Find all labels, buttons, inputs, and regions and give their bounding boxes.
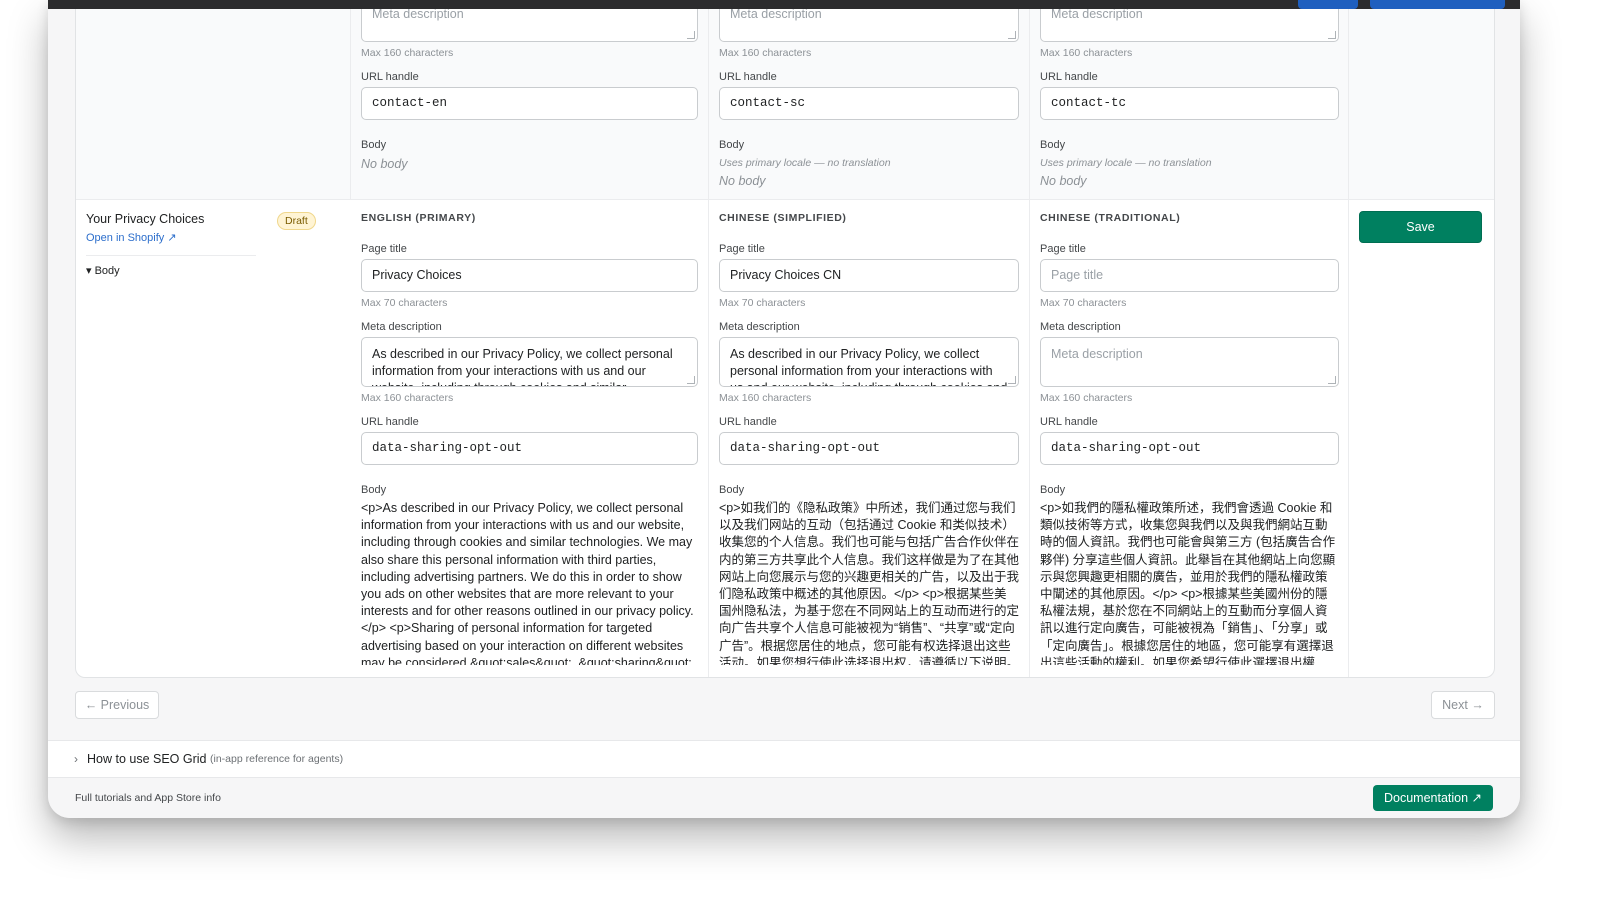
resize-handle-icon[interactable] — [1328, 31, 1336, 39]
meta-description-label: Meta description — [361, 321, 442, 333]
body-label: Body — [1040, 139, 1066, 151]
page-title-label: Page title — [719, 243, 765, 255]
resize-handle-icon[interactable] — [687, 376, 695, 384]
url-handle-label: URL handle — [361, 416, 419, 428]
documentation-button[interactable]: Documentation ↗ — [1373, 785, 1493, 811]
url-handle-label: URL handle — [1040, 416, 1098, 428]
meta-description-input[interactable]: Meta description — [361, 9, 698, 42]
page-title-label: Page title — [1040, 243, 1086, 255]
divider — [1348, 9, 1349, 677]
seo-grid-panel: Meta description Max 160 characters URL … — [75, 9, 1495, 678]
url-handle-input[interactable]: data-sharing-opt-out — [719, 432, 1019, 465]
row-divider — [76, 199, 1494, 200]
body-locale-note: Uses primary locale — no translation — [1040, 157, 1212, 169]
meta-hint: Max 160 characters — [1040, 392, 1133, 404]
status-badge: Draft — [277, 212, 316, 230]
column-heading-chinese-simplified: CHINESE (SIMPLIFIED) — [719, 212, 847, 224]
body-label: Body — [361, 139, 387, 151]
page-title-label: Page title — [361, 243, 407, 255]
body-toggle[interactable]: ▾ Body — [86, 264, 120, 277]
meta-hint: Max 160 characters — [1040, 47, 1133, 59]
body-empty: No body — [719, 174, 766, 188]
title-hint: Max 70 characters — [719, 297, 806, 309]
page-title-input[interactable]: Privacy Choices — [361, 259, 698, 292]
title-hint: Max 70 characters — [361, 297, 448, 309]
next-button[interactable]: Next → — [1431, 691, 1495, 719]
url-handle-input[interactable]: contact-tc — [1040, 87, 1339, 120]
url-handle-label: URL handle — [719, 416, 777, 428]
page-name: Your Privacy Choices — [86, 212, 205, 226]
title-hint: Max 70 characters — [1040, 297, 1127, 309]
url-handle-label: URL handle — [719, 71, 777, 83]
page-title-input[interactable]: Privacy Choices CN — [719, 259, 1019, 292]
body-html-text: <p>如我們的隱私權政策所述，我們會透過 Cookie 和類似技術等方式，收集您… — [1040, 501, 1336, 665]
url-handle-label: URL handle — [1040, 71, 1098, 83]
column-heading-english: ENGLISH (PRIMARY) — [361, 212, 476, 224]
meta-hint: Max 160 characters — [361, 47, 454, 59]
divider — [350, 9, 351, 199]
meta-hint: Max 160 characters — [719, 47, 812, 59]
url-handle-input[interactable]: data-sharing-opt-out — [361, 432, 698, 465]
meta-description-label: Meta description — [1040, 321, 1121, 333]
open-in-shopify-link[interactable]: Open in Shopify ↗ — [86, 231, 177, 244]
footer-text: Full tutorials and App Store info — [75, 792, 221, 804]
help-title: How to use SEO Grid — [87, 752, 207, 766]
help-subtitle: (in-app reference for agents) — [210, 753, 344, 765]
resize-handle-icon[interactable] — [1008, 376, 1016, 384]
url-handle-input[interactable]: contact-en — [361, 87, 698, 120]
meta-description-input[interactable]: As described in our Privacy Policy, we c… — [719, 337, 1019, 387]
body-label: Body — [719, 139, 745, 151]
top-bar-tab — [1370, 0, 1505, 9]
footer: Full tutorials and App Store info Docume… — [48, 777, 1520, 818]
url-handle-input[interactable]: data-sharing-opt-out — [1040, 432, 1339, 465]
body-label: Body — [719, 484, 745, 496]
body-label: Body — [361, 484, 387, 496]
meta-description-input[interactable]: As described in our Privacy Policy, we c… — [361, 337, 698, 387]
divider — [708, 9, 709, 677]
body-empty: No body — [361, 157, 408, 171]
top-bar-tab — [1298, 0, 1358, 9]
chevron-right-icon: › — [74, 752, 78, 766]
action-cell-top — [1349, 9, 1494, 199]
previous-button[interactable]: ← Previous — [75, 691, 159, 719]
meta-hint: Max 160 characters — [719, 392, 812, 404]
page-title-input[interactable]: Page title — [1040, 259, 1339, 292]
meta-description-input[interactable]: Meta description — [719, 9, 1019, 42]
body-html-text: <p>As described in our Privacy Policy, w… — [361, 501, 696, 665]
meta-description-label: Meta description — [719, 321, 800, 333]
body-empty: No body — [1040, 174, 1087, 188]
url-handle-input[interactable]: contact-sc — [719, 87, 1019, 120]
help-strip[interactable]: › How to use SEO Grid (in-app reference … — [48, 740, 1520, 777]
body-html-text: <p>如我们的《隐私政策》中所述，我们通过您与我们以及我们网站的互动（包括通过 … — [719, 501, 1019, 665]
divider — [1029, 9, 1030, 677]
window-top-bar — [48, 0, 1520, 9]
meta-description-input[interactable]: Meta description — [1040, 337, 1339, 387]
app-window: Meta description Max 160 characters URL … — [48, 0, 1520, 818]
resize-handle-icon[interactable] — [1328, 376, 1336, 384]
page-cell-top — [76, 9, 350, 199]
meta-hint: Max 160 characters — [361, 392, 454, 404]
body-label: Body — [1040, 484, 1066, 496]
separator — [86, 255, 256, 256]
resize-handle-icon[interactable] — [687, 31, 695, 39]
column-heading-chinese-traditional: CHINESE (TRADITIONAL) — [1040, 212, 1181, 224]
resize-handle-icon[interactable] — [1008, 31, 1016, 39]
save-button[interactable]: Save — [1359, 211, 1482, 243]
meta-description-input[interactable]: Meta description — [1040, 9, 1339, 42]
body-locale-note: Uses primary locale — no translation — [719, 157, 891, 169]
url-handle-label: URL handle — [361, 71, 419, 83]
